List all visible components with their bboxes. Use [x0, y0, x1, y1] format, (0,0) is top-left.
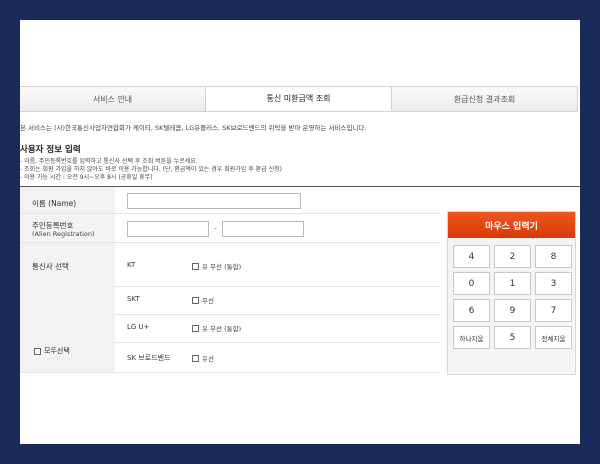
carrier-name-lgu: LG U+ [127, 323, 150, 331]
tab-unrefunded-lookup[interactable]: 통신 미환급액 조회 [206, 87, 392, 111]
section-title: 사용자 정보 입력 [20, 145, 81, 155]
row-divider [115, 314, 440, 315]
skt-option-label: 무선 [202, 297, 214, 305]
checkbox-icon [34, 347, 41, 355]
checkbox-icon [192, 354, 199, 362]
select-all-label: 모두선택 [44, 347, 70, 355]
checkbox-icon [192, 262, 199, 270]
keypad-key[interactable]: 2 [494, 245, 531, 268]
lgu-option-label: 유 무선 (통합) [202, 325, 242, 333]
carrier-name-kt: KT [127, 261, 136, 269]
note-line: - 이용 가능 시간 : 오전 9시~오후 8시 (공휴일 휴무) [20, 174, 153, 181]
select-all-checkbox[interactable]: 모두선택 [34, 346, 70, 356]
note-line: - 조회는 회원 가입을 하지 않아도 바로 이용 가능합니다. (단, 환급액… [20, 166, 282, 173]
tab-service-info[interactable]: 서비스 안내 [20, 87, 206, 111]
rrn-separator: - [214, 224, 217, 233]
notes: - 이름, 주민등록번호를 입력하고 통신사 선택 후 조회 버튼을 누르세요.… [20, 158, 282, 182]
note-line: - 이름, 주민등록번호를 입력하고 통신사 선택 후 조회 버튼을 누르세요. [20, 158, 198, 165]
row-divider [115, 342, 440, 343]
keypad-key[interactable]: 3 [535, 272, 572, 295]
tab-bar: 서비스 안내 통신 미환급액 조회 환급신청 결과조회 [20, 86, 578, 112]
rrn-first-input[interactable] [127, 221, 209, 237]
keypad-key[interactable]: 4 [453, 245, 490, 268]
keypad-key[interactable]: 5 [494, 326, 531, 349]
keypad-key[interactable]: 0 [453, 272, 490, 295]
keypad-delete-all-button[interactable]: 전체지움 [535, 326, 572, 349]
rrn-second-input[interactable] [222, 221, 304, 237]
rrn-sub-label: (Alien Registration) [32, 230, 95, 238]
carrier-name-skb: SK 브로드밴드 [127, 354, 171, 362]
row-divider [20, 242, 440, 243]
name-label: 이름 (Name) [32, 199, 77, 208]
keypad-key[interactable]: 6 [453, 299, 490, 322]
skt-checkbox[interactable]: 무선 [192, 295, 214, 305]
checkbox-icon [192, 296, 199, 304]
checkbox-icon [192, 324, 199, 332]
keypad-title: 마우스 입력기 [448, 212, 575, 238]
carrier-label: 통신사 선택 [32, 262, 69, 271]
mouse-keypad: 마우스 입력기 4 2 8 0 1 3 6 9 7 하나지움 5 전체지움 [447, 211, 576, 375]
intro-text: 본 서비스는 (사)한국통신사업자연합회가 케이티, SK텔레콤, LG유플러스… [20, 124, 367, 132]
keypad-key[interactable]: 8 [535, 245, 572, 268]
keypad-key[interactable]: 1 [494, 272, 531, 295]
skb-checkbox[interactable]: 유선 [192, 353, 214, 363]
lgu-checkbox[interactable]: 유 무선 (통합) [192, 323, 241, 333]
name-input[interactable] [127, 193, 301, 209]
row-divider [20, 213, 440, 214]
page-frame: 서비스 안내 통신 미환급액 조회 환급신청 결과조회 본 서비스는 (사)한국… [20, 20, 580, 444]
keypad-key[interactable]: 9 [494, 299, 531, 322]
skb-option-label: 유선 [202, 355, 214, 363]
carrier-name-skt: SKT [127, 295, 140, 303]
keypad-key[interactable]: 7 [535, 299, 572, 322]
kt-checkbox[interactable]: 유 무선 (통합) [192, 261, 241, 271]
keypad-keys: 4 2 8 0 1 3 6 9 7 하나지움 5 전체지움 [453, 245, 572, 349]
row-divider [115, 286, 440, 287]
keypad-delete-one-button[interactable]: 하나지움 [453, 326, 490, 349]
kt-option-label: 유 무선 (통합) [202, 263, 242, 271]
row-divider [20, 372, 440, 373]
tab-refund-result[interactable]: 환급신청 결과조회 [392, 87, 578, 111]
